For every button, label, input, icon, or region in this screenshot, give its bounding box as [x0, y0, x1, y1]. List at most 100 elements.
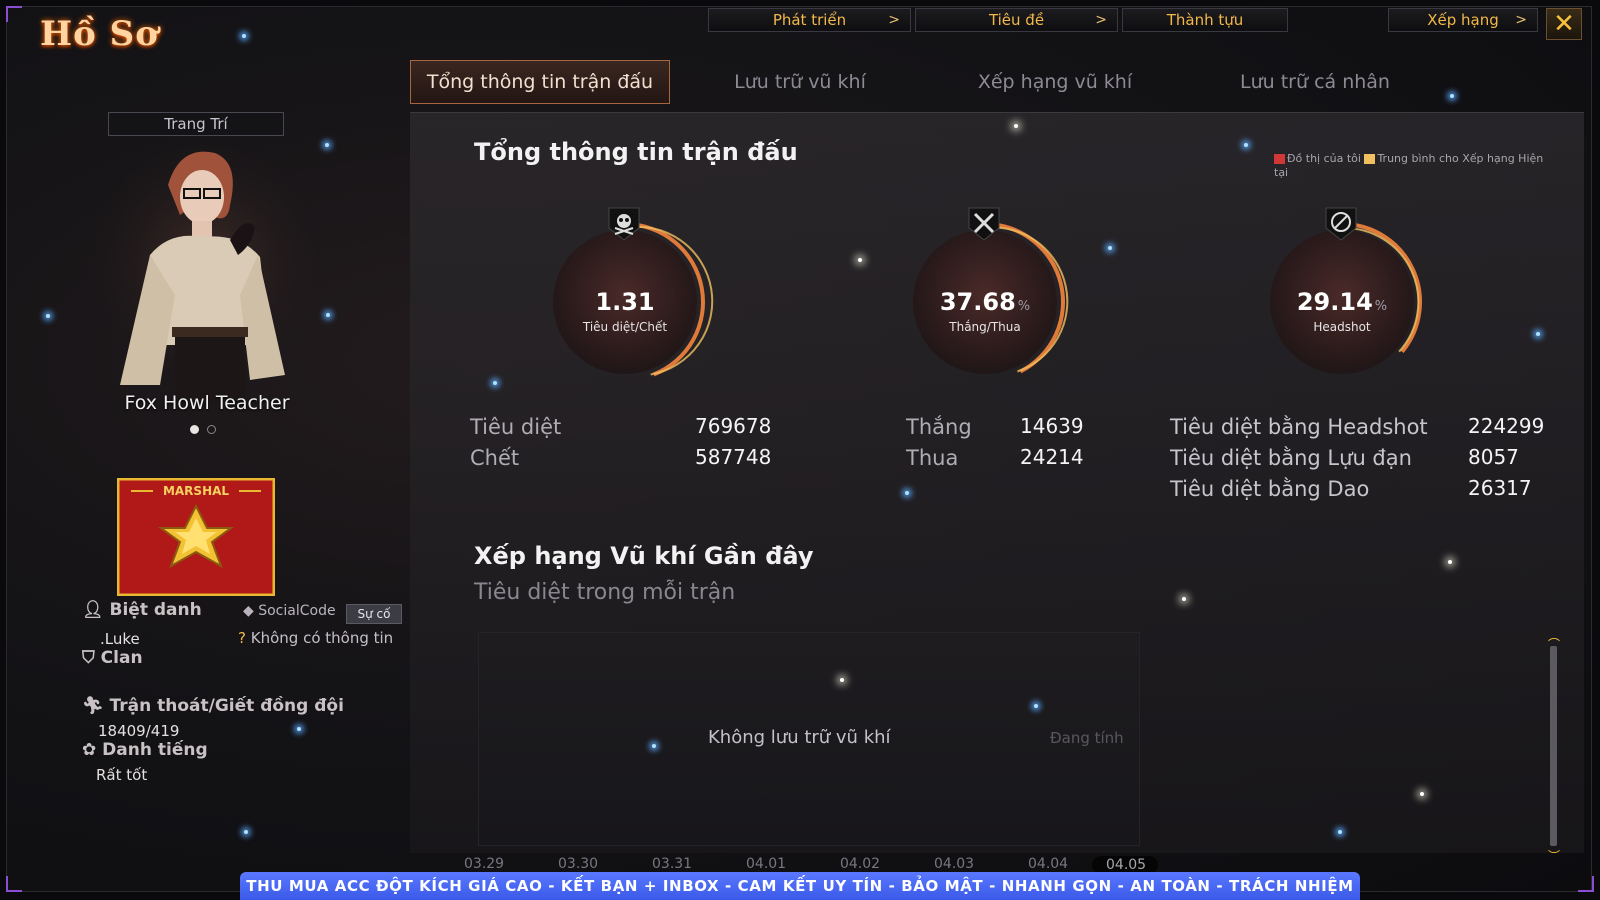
- sparkle-decoration: [493, 381, 497, 385]
- sparkle-decoration: [858, 258, 862, 262]
- character-avatar: [80, 145, 330, 415]
- incident-button[interactable]: Sự cố: [346, 604, 402, 624]
- crossed-swords-icon: [968, 207, 1000, 241]
- sparkle-decoration: [1448, 560, 1452, 564]
- knife-kills-value: 26317: [1468, 476, 1532, 500]
- decor-button[interactable]: Trang Trí: [108, 112, 284, 136]
- tab-weapon-ranking[interactable]: Xếp hạng vũ khí: [930, 60, 1180, 104]
- user-icon: 👤︎: [82, 600, 104, 620]
- sparkle-decoration: [297, 727, 301, 731]
- legend-swatch-mine: [1274, 154, 1285, 164]
- decor-label: Trang Trí: [164, 115, 228, 133]
- weapon-ranking-title: Xếp hạng Vũ khí Gần đây: [474, 542, 814, 570]
- rank-badge: MARSHAL: [116, 477, 276, 597]
- sparkle-decoration: [1420, 792, 1424, 796]
- sparkle-decoration: [1108, 246, 1112, 250]
- calculating-text: Đang tính: [1050, 729, 1124, 747]
- flower-icon: ✿: [82, 740, 97, 760]
- chevron-right-icon: >: [1095, 12, 1107, 28]
- sparkle-decoration: [1244, 143, 1248, 147]
- headshot-kills-value: 224299: [1468, 414, 1545, 438]
- nav-spacer: [1292, 8, 1384, 32]
- nav-label: Phát triển: [772, 11, 847, 29]
- sparkle-decoration: [652, 744, 656, 748]
- date-label[interactable]: 03.30: [558, 856, 598, 872]
- headshot-value: 29.14%: [1296, 288, 1388, 316]
- scroll-up-icon[interactable]: ︵: [1546, 630, 1562, 642]
- pager-dot[interactable]: [207, 425, 216, 434]
- gauge-winrate: 37.68% Thắng/Thua: [905, 207, 1075, 402]
- headshot-kills-label: Tiêu diệt bằng Headshot: [1170, 415, 1428, 439]
- scrollbar[interactable]: ︵ ︶: [1546, 630, 1562, 862]
- date-label[interactable]: 03.29: [464, 856, 504, 872]
- shield-icon: ⛉: [82, 648, 95, 668]
- sparkle-decoration: [242, 34, 246, 38]
- gauge-headshot: 29.14% Headshot: [1262, 207, 1432, 402]
- skin-pager: [190, 425, 216, 434]
- socialcode-label: ◆ SocialCode: [243, 603, 336, 619]
- losses-value: 24214: [1020, 445, 1084, 469]
- nav-development[interactable]: Phát triển >: [708, 8, 911, 32]
- page-title: Hồ Sơ: [40, 14, 159, 54]
- no-gun-icon: [1325, 207, 1357, 241]
- frame-corner: [1578, 876, 1594, 892]
- date-label[interactable]: 04.03: [934, 856, 974, 872]
- winrate-value: 37.68%: [939, 288, 1031, 316]
- date-label[interactable]: 04.01: [746, 856, 786, 872]
- tab-match-overview[interactable]: Tổng thông tin trận đấu: [410, 60, 670, 104]
- nav-achievement[interactable]: Thành tựu: [1122, 8, 1288, 32]
- scroll-track[interactable]: [1550, 646, 1557, 846]
- legend-swatch-avg: [1364, 154, 1376, 164]
- deaths-value: 587748: [695, 445, 772, 469]
- scroll-down-icon[interactable]: ︶: [1546, 850, 1562, 862]
- question-icon: ?: [238, 629, 246, 647]
- date-label[interactable]: 04.04: [1028, 856, 1068, 872]
- wins-value: 14639: [1020, 414, 1084, 438]
- sparkle-decoration: [46, 314, 50, 318]
- grenade-kills-label: Tiêu diệt bằng Lựu đạn: [1170, 446, 1412, 470]
- nav-ranking[interactable]: Xếp hạng >: [1388, 8, 1538, 32]
- sparkle-decoration: [1536, 332, 1540, 336]
- headshot-label: Headshot: [1313, 320, 1371, 334]
- nav-label: Tiêu đề: [988, 11, 1045, 29]
- nickname-label: 👤︎ Biệt danh: [82, 600, 202, 620]
- winrate-label: Thắng/Thua: [949, 320, 1021, 334]
- sparkle-decoration: [325, 143, 329, 147]
- sparkle-decoration: [905, 491, 909, 495]
- nav-title[interactable]: Tiêu đề >: [915, 8, 1118, 32]
- overview-title: Tổng thông tin trận đấu: [474, 138, 798, 166]
- pager-dot-active[interactable]: [190, 425, 199, 434]
- chevron-right-icon: >: [1515, 12, 1527, 28]
- sparkle-decoration: [840, 678, 844, 682]
- kills-value: 769678: [695, 414, 772, 438]
- top-nav: Phát triển > Tiêu đề > Thành tựu Xếp hạng >: [708, 8, 1538, 32]
- reputation-value: Rất tốt: [96, 766, 148, 784]
- promo-banner: THU MUA ACC ĐỘT KÍCH GIÁ CAO - KẾT BẠN +…: [240, 872, 1360, 900]
- tab-weapon-storage[interactable]: Lưu trữ vũ khí: [670, 60, 930, 104]
- weapon-ranking-subtitle: Tiêu diệt trong mỗi trận: [474, 580, 736, 605]
- frame-corner: [6, 876, 22, 892]
- empty-message: Không lưu trữ vũ khí: [708, 727, 891, 748]
- sparkle-decoration: [244, 830, 248, 834]
- kills-label: Tiêu diệt: [470, 415, 562, 439]
- nickname-value: .Luke: [100, 630, 140, 648]
- kd-label: Tiêu diệt/Chết: [582, 320, 668, 334]
- tag-icon: ◆: [243, 603, 254, 619]
- escape-label: 🏃︎ Trận thoát/Giết đồng đội: [82, 696, 344, 716]
- legend-mine: Đồ thị của tôi: [1287, 152, 1361, 165]
- deaths-label: Chết: [470, 446, 520, 470]
- sparkle-decoration: [1338, 830, 1342, 834]
- sparkle-decoration: [1450, 94, 1454, 98]
- no-info-text: ? Không có thông tin: [238, 629, 394, 647]
- wins-label: Thắng: [906, 415, 972, 439]
- chevron-right-icon: >: [888, 12, 900, 28]
- close-button[interactable]: ✕: [1546, 8, 1582, 40]
- frame-corner: [6, 6, 22, 22]
- date-label[interactable]: 04.02: [840, 856, 880, 872]
- nav-label: Thành tựu: [1166, 11, 1244, 29]
- subtab-bar: Tổng thông tin trận đấu Lưu trữ vũ khí X…: [410, 60, 1450, 104]
- grenade-kills-value: 8057: [1468, 445, 1519, 469]
- date-label[interactable]: 03.31: [652, 856, 692, 872]
- sparkle-decoration: [1034, 704, 1038, 708]
- tab-personal-storage[interactable]: Lưu trữ cá nhân: [1180, 60, 1450, 104]
